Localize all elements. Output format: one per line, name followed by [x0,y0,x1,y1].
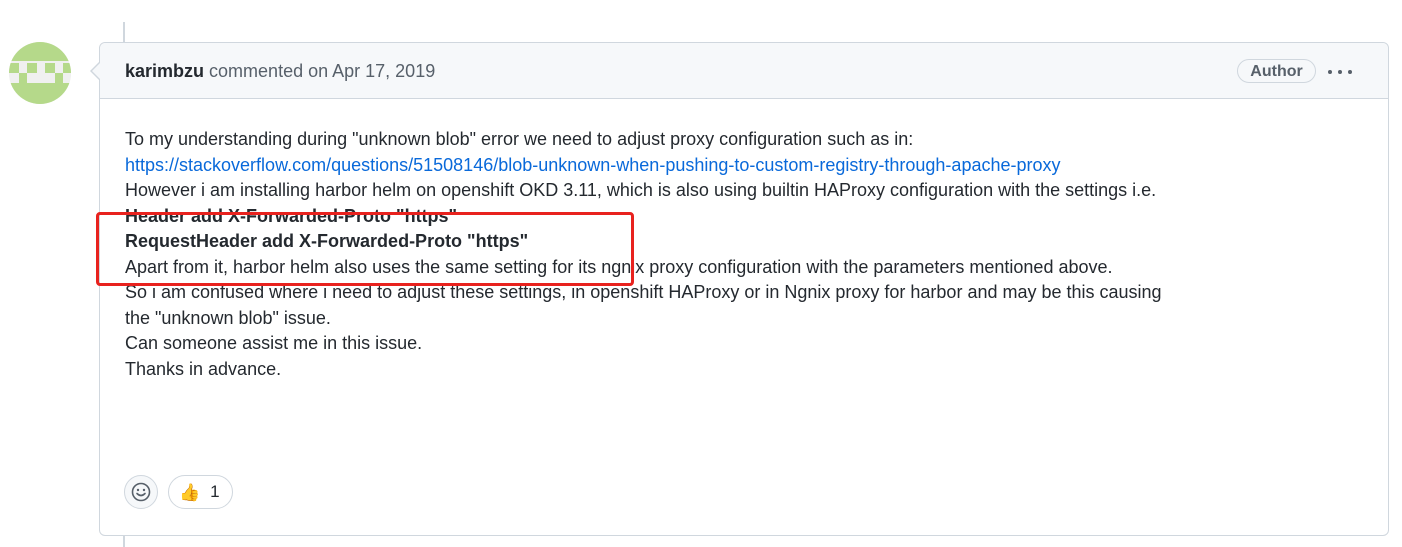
comment-action: commented on [209,61,329,81]
body-line: Thanks in advance. [125,358,282,379]
body-line: the "unknown blob" issue. [125,307,331,328]
stackoverflow-link[interactable]: https://stackoverflow.com/questions/5150… [125,155,1061,175]
kebab-dot-icon [1328,70,1332,74]
body-line: Can someone assist me in this issue. [125,333,423,353]
kebab-dot-icon [1348,70,1352,74]
body-line: However i am installing harbor helm on o… [125,180,1157,200]
author-badge: Author [1237,59,1316,83]
body-line: So i am confused where i need to adjust … [125,282,1162,302]
avatar[interactable] [9,42,71,104]
more-options-button[interactable] [1325,61,1355,81]
body-line: To my understanding during "unknown blob… [125,129,914,149]
thumbs-up-icon: 👍 [179,482,201,502]
body-line: Apart from it, harbor helm also uses the… [125,256,1113,277]
comment-header: karimbzu commented on Apr 17, 2019 Autho… [90,43,1388,99]
kebab-dot-icon [1338,70,1342,74]
identicon-icon [9,42,71,104]
thumbs-up-reaction-button[interactable]: 👍 1 [168,475,233,509]
config-line-requestheader: RequestHeader add X-Forwarded-Proto "htt… [125,231,529,251]
reactions-bar: 👍 1 [124,475,233,509]
config-line-header: Header add X-Forwarded-Proto "https" [125,205,458,226]
reaction-count: 1 [210,482,220,501]
comment-body: To my understanding during "unknown blob… [125,127,1375,382]
comment-box: karimbzu commented on Apr 17, 2019 Autho… [90,42,1389,536]
comment-header-text: karimbzu commented on Apr 17, 2019 [125,60,435,82]
timeline-line [123,536,125,547]
author-link[interactable]: karimbzu [125,61,204,81]
add-reaction-button[interactable] [124,475,158,509]
comment-date-link[interactable]: Apr 17, 2019 [332,61,435,81]
timeline-line [123,22,125,42]
smiley-icon [131,482,151,502]
